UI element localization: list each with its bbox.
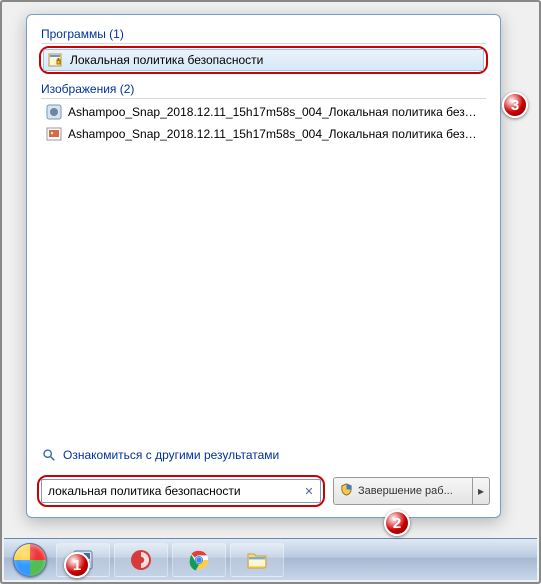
result-label: Ashampoo_Snap_2018.12.11_15h17m58s_004_Л…: [68, 127, 481, 141]
search-input[interactable]: [48, 484, 298, 498]
shutdown-options-arrow[interactable]: ▸: [472, 477, 490, 505]
annotation-highlight-result: Локальная политика безопасности: [39, 46, 488, 74]
taskbar-item-2[interactable]: [114, 543, 168, 577]
search-box[interactable]: ✕: [41, 479, 321, 503]
start-menu-bottom-bar: ✕ Завершение раб... ▸: [27, 467, 500, 517]
result-label: Ashampoo_Snap_2018.12.11_15h17m58s_004_Л…: [68, 105, 481, 119]
start-menu-search-panel: Программы (1) Локальная политика безопас…: [26, 14, 501, 518]
security-policy-icon: [48, 52, 64, 68]
see-more-results-link[interactable]: Ознакомиться с другими результатами: [27, 441, 500, 467]
result-image-2[interactable]: Ashampoo_Snap_2018.12.11_15h17m58s_004_Л…: [41, 123, 486, 145]
result-label: Локальная политика безопасности: [70, 53, 479, 67]
annotation-badge-3: 3: [502, 92, 528, 118]
group-header-images: Изображения (2): [41, 80, 486, 99]
annotation-badge-2: 2: [384, 510, 410, 536]
screenshot-canvas: Программы (1) Локальная политика безопас…: [0, 0, 541, 584]
shutdown-button[interactable]: Завершение раб...: [333, 477, 472, 505]
shutdown-split-button[interactable]: Завершение раб... ▸: [333, 477, 490, 505]
shield-icon: [340, 483, 353, 499]
image-file-icon: [46, 126, 62, 142]
clear-search-icon[interactable]: ✕: [302, 484, 316, 498]
search-icon: [41, 447, 57, 463]
annotation-badge-1: 1: [64, 552, 90, 578]
taskbar-item-explorer[interactable]: [230, 543, 284, 577]
result-local-security-policy[interactable]: Локальная политика безопасности: [43, 49, 484, 71]
image-file-icon: [46, 104, 62, 120]
see-more-results-label: Ознакомиться с другими результатами: [63, 448, 279, 462]
group-header-programs: Программы (1): [41, 25, 486, 44]
chevron-right-icon: ▸: [478, 484, 484, 498]
annotation-highlight-search: ✕: [37, 475, 325, 507]
taskbar-item-chrome[interactable]: [172, 543, 226, 577]
chrome-icon: [188, 549, 210, 571]
search-results-area: Программы (1) Локальная политика безопас…: [27, 15, 500, 441]
result-image-1[interactable]: Ashampoo_Snap_2018.12.11_15h17m58s_004_Л…: [41, 101, 486, 123]
shutdown-label: Завершение раб...: [358, 485, 453, 497]
windows-logo-icon: [13, 543, 47, 577]
app-icon: [129, 548, 153, 572]
start-button[interactable]: [8, 542, 52, 578]
folder-icon: [245, 548, 269, 572]
